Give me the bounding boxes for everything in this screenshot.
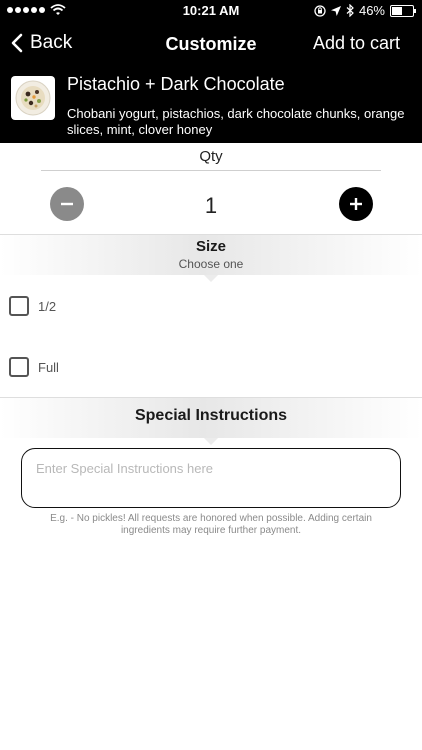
section-notch (204, 438, 218, 445)
product-thumbnail (11, 76, 55, 120)
navigation-bar: Back Customize Add to cart (0, 22, 422, 66)
status-right-group: 46% (314, 3, 416, 18)
section-notch (204, 275, 218, 282)
special-instructions-input[interactable] (21, 448, 401, 508)
special-instructions-header: Special Instructions (0, 397, 422, 445)
plus-icon (350, 198, 362, 210)
battery-percent: 46% (358, 3, 385, 18)
product-name: Pistachio + Dark Chocolate (67, 74, 285, 94)
qty-label: Qty (199, 148, 223, 165)
bluetooth-icon (346, 4, 354, 17)
qty-divider (41, 170, 381, 171)
product-description: Chobani yogurt, pistachios, dark chocola… (67, 106, 405, 137)
header: 10:21 AM 46% Back Customize Add to cart … (0, 0, 422, 143)
location-arrow-icon (330, 5, 341, 16)
special-instructions-hint: E.g. - No pickles! All requests are hono… (50, 513, 372, 536)
battery-icon (390, 4, 416, 17)
size-section-header: Size Choose one (0, 234, 422, 282)
customize-screen: 10:21 AM 46% Back Customize Add to cart … (0, 0, 422, 750)
size-subtitle: Choose one (178, 257, 244, 271)
checkbox[interactable] (9, 296, 29, 316)
size-option-full[interactable]: Full (9, 357, 59, 377)
size-title: Size (195, 238, 226, 255)
size-option-label: Full (38, 359, 59, 375)
size-option-half[interactable]: 1/2 (9, 296, 56, 316)
status-bar: 10:21 AM 46% (0, 0, 422, 22)
size-option-label: 1/2 (38, 298, 57, 314)
yogurt-bowl-image (15, 80, 51, 116)
increase-qty-button[interactable] (339, 187, 373, 221)
checkbox[interactable] (9, 357, 29, 377)
lock-rotation-icon (314, 4, 326, 17)
special-instructions-title: Special Instructions (134, 407, 288, 424)
add-to-cart-button[interactable]: Add to cart (313, 33, 400, 54)
